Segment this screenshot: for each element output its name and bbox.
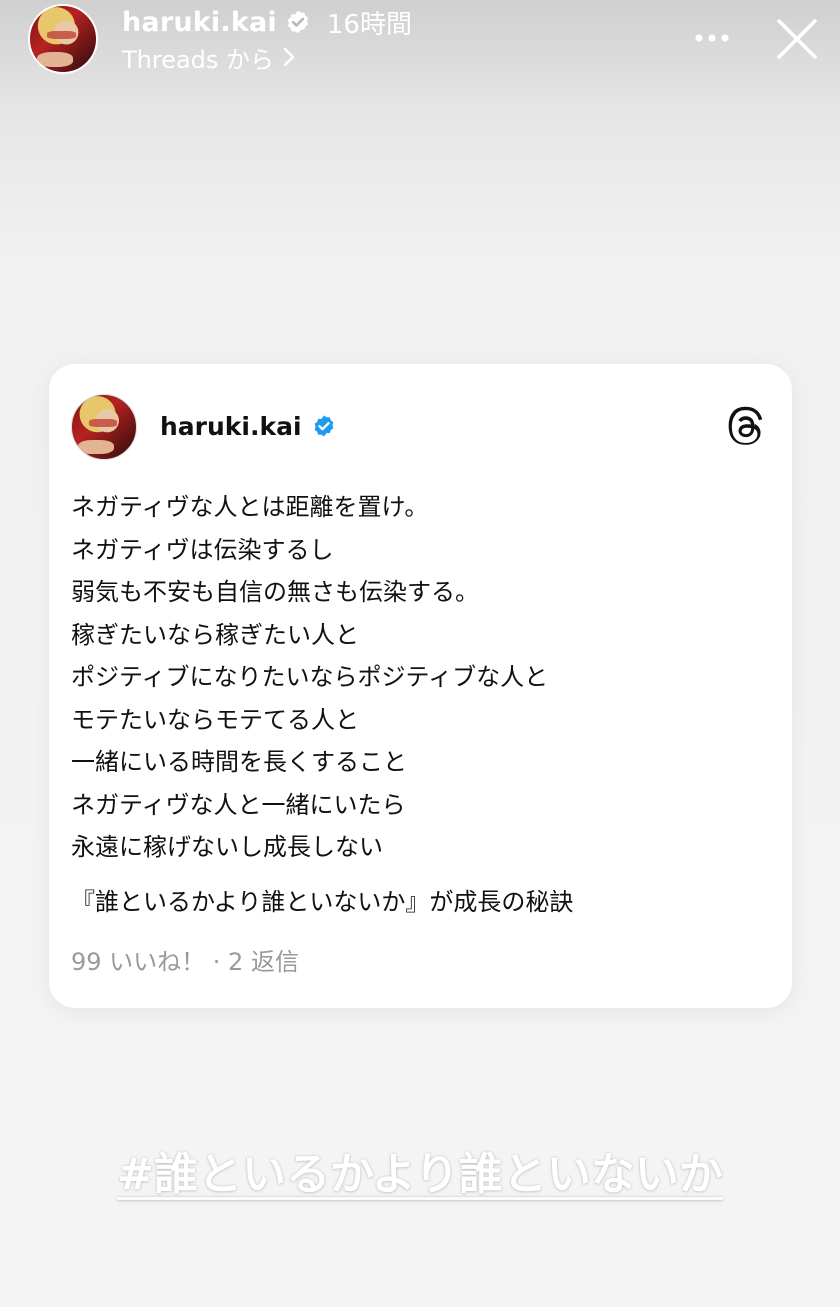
post-avatar[interactable]: [71, 394, 137, 460]
post-line: ネガティヴな人と一緒にいたら: [71, 790, 406, 819]
post-user-row: haruki.kai: [160, 408, 336, 444]
story-time: 16時間: [326, 9, 412, 40]
post-line: ポジティブになりたいならポジティブな人と: [71, 663, 549, 691]
post-quote-line: 『誰といるかより誰といないか』が成長の秘訣: [71, 888, 574, 916]
post-line: 弱気も不安も自信の無さも伝染する。: [71, 578, 479, 606]
verified-badge-icon: [287, 10, 309, 34]
post-line: 永遠に稼げないし成長しない: [71, 833, 383, 861]
threads-logo-icon[interactable]: [726, 406, 768, 448]
hashtag-text: #誰といるかより誰といないか: [117, 1149, 723, 1200]
more-options-button[interactable]: [690, 18, 734, 58]
post-line: ネガティヴな人とは距離を置け。: [71, 493, 429, 521]
story-header: haruki.kai 16時間 Threads から: [0, 0, 840, 90]
story-user-row: haruki.kai 16時間: [122, 4, 412, 40]
post-line: モテたいならモテてる人と: [71, 705, 359, 734]
post-stats[interactable]: 99 いいね！ · 2 返信: [71, 942, 299, 982]
post-line: 稼ぎたいなら稼ぎたい人と: [71, 620, 359, 649]
close-icon: [777, 19, 817, 59]
threads-post-card[interactable]: haruki.kai ネガティヴな人とは距離を置け。 ネガティヴは伝染するし 弱…: [49, 364, 792, 1008]
verified-badge-icon: [314, 415, 333, 437]
chevron-right-icon: [283, 47, 295, 67]
story-source-link[interactable]: Threads から: [122, 40, 296, 74]
story-avatar[interactable]: [28, 4, 98, 74]
close-button[interactable]: [772, 14, 822, 64]
post-username[interactable]: haruki.kai: [160, 412, 302, 441]
story-source-label: Threads から: [122, 45, 275, 74]
post-line: ネガティヴは伝染するし: [71, 535, 334, 564]
more-options-icon: [695, 34, 729, 42]
story-username[interactable]: haruki.kai: [122, 7, 277, 38]
post-line: 一緒にいる時間を長くすること: [71, 748, 407, 776]
post-body: ネガティヴな人とは距離を置け。 ネガティヴは伝染するし 弱気も不安も自信の無さも…: [71, 486, 771, 869]
hashtag-sticker[interactable]: #誰といるかより誰といないか: [0, 1138, 840, 1202]
